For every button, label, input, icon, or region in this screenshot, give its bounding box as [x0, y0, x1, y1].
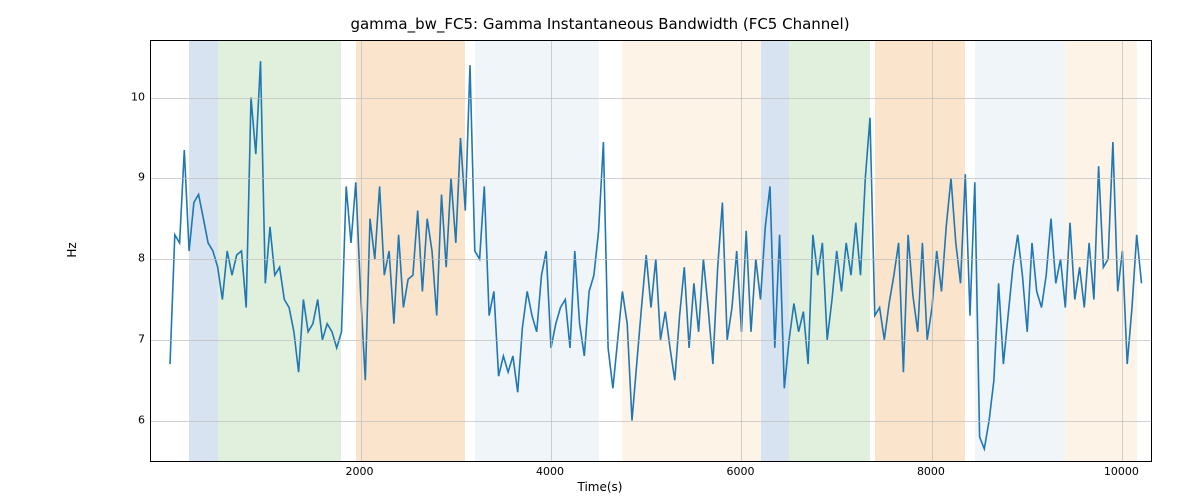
- x-tick-label: 8000: [917, 465, 945, 478]
- grid-line-v: [932, 41, 933, 461]
- grid-line-h: [151, 178, 1151, 179]
- x-tick-label: 4000: [536, 465, 564, 478]
- data-line: [151, 41, 1151, 461]
- x-tick-label: 2000: [346, 465, 374, 478]
- x-tick-label: 10000: [1104, 465, 1139, 478]
- y-axis-label: Hz: [65, 242, 79, 257]
- y-tick-label: 6: [105, 413, 145, 426]
- chart-container: gamma_bw_FC5: Gamma Instantaneous Bandwi…: [0, 0, 1200, 500]
- grid-line-v: [741, 41, 742, 461]
- y-tick-label: 9: [105, 171, 145, 184]
- y-tick-label: 7: [105, 332, 145, 345]
- plot-area: [150, 40, 1152, 462]
- x-tick-label: 6000: [726, 465, 754, 478]
- grid-line-h: [151, 340, 1151, 341]
- grid-line-h: [151, 259, 1151, 260]
- grid-line-h: [151, 98, 1151, 99]
- x-axis-label: Time(s): [0, 480, 1200, 494]
- series-line: [170, 61, 1142, 449]
- grid-line-v: [361, 41, 362, 461]
- y-tick-label: 8: [105, 252, 145, 265]
- chart-title: gamma_bw_FC5: Gamma Instantaneous Bandwi…: [0, 15, 1200, 33]
- grid-line-v: [1122, 41, 1123, 461]
- y-tick-label: 10: [105, 90, 145, 103]
- grid-line-h: [151, 421, 1151, 422]
- grid-line-v: [551, 41, 552, 461]
